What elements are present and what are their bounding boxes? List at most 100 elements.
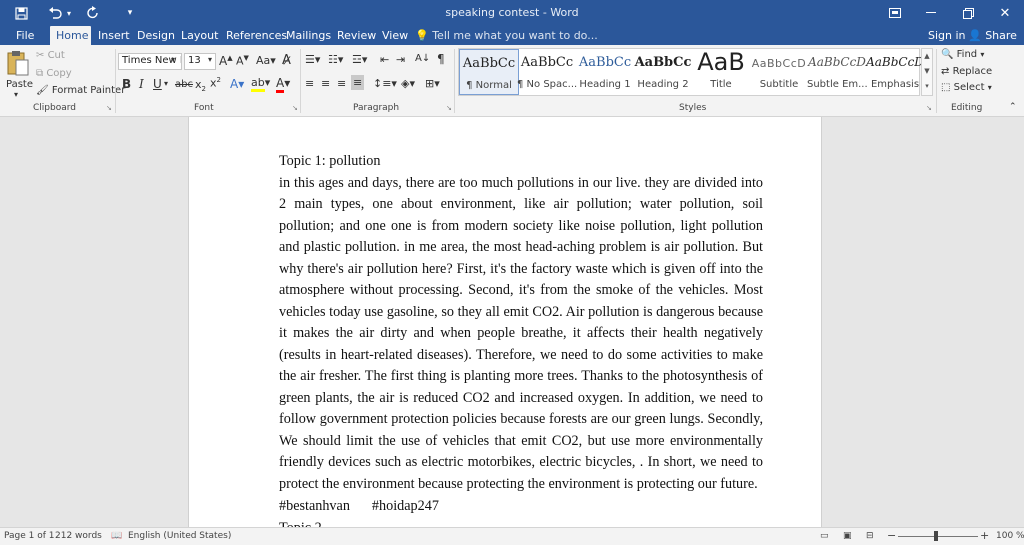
shading-icon[interactable]: ◈▾ bbox=[401, 77, 415, 90]
style-heading-2[interactable]: AaBbCc Heading 2 bbox=[633, 49, 693, 95]
divider bbox=[300, 49, 301, 113]
cut-button[interactable]: ✂ Cut bbox=[36, 50, 65, 61]
subscript-icon[interactable]: x2 bbox=[195, 78, 206, 93]
bullets-icon[interactable]: ☰▾ bbox=[305, 53, 320, 66]
sort-icon[interactable]: A↓ bbox=[415, 53, 430, 64]
clear-formatting-icon[interactable]: A̷ bbox=[282, 53, 291, 68]
style-emphasis[interactable]: AaBbCcD Emphasis bbox=[865, 49, 925, 95]
show-marks-icon[interactable]: ¶ bbox=[437, 52, 445, 66]
font-color-icon[interactable]: A▾ bbox=[276, 76, 290, 93]
multilevel-list-icon[interactable]: ☲▾ bbox=[352, 53, 367, 66]
shrink-font-icon[interactable]: A▼ bbox=[236, 54, 249, 68]
zoom-out-button[interactable]: − bbox=[887, 529, 896, 542]
numbering-icon[interactable]: ☷▾ bbox=[328, 53, 343, 66]
tab-layout[interactable]: Layout bbox=[175, 26, 224, 45]
decrease-indent-icon[interactable]: ⇤ bbox=[380, 53, 389, 66]
copy-button[interactable]: ⧉ Copy bbox=[36, 68, 72, 79]
font-size-dropdown-icon[interactable]: ▾ bbox=[208, 55, 212, 64]
font-family-dropdown-icon[interactable]: ▾ bbox=[171, 55, 175, 64]
sign-in-link[interactable]: Sign in bbox=[928, 26, 966, 45]
ribbon-home: Paste ▾ ✂ Cut ⧉ Copy 🖌 Format Painter Cl… bbox=[0, 45, 1024, 117]
change-case-icon[interactable]: Aa▾ bbox=[256, 54, 276, 67]
style-preview: AaBbCc bbox=[520, 55, 574, 70]
paste-button[interactable]: Paste ▾ bbox=[4, 48, 33, 100]
paragraph-launcher-icon[interactable]: ↘ bbox=[446, 104, 452, 112]
line-spacing-icon[interactable]: ↕≡▾ bbox=[373, 77, 397, 90]
print-layout-icon[interactable]: ▣ bbox=[843, 531, 852, 541]
styles-scroll[interactable]: ▲ ▼ ▾ bbox=[921, 48, 933, 96]
tab-file[interactable]: File bbox=[10, 26, 40, 45]
superscript-icon[interactable]: x2 bbox=[210, 76, 221, 90]
paintbrush-icon: 🖌 bbox=[36, 85, 49, 96]
tab-view[interactable]: View bbox=[376, 26, 414, 45]
align-center-icon[interactable]: ≡ bbox=[321, 77, 330, 90]
style-normal[interactable]: AaBbCc ¶ Normal bbox=[459, 49, 519, 95]
text-effects-icon[interactable]: A▾ bbox=[230, 77, 244, 91]
grow-font-icon[interactable]: A▲ bbox=[219, 54, 233, 68]
style-name: ¶ Normal bbox=[466, 80, 512, 91]
editing-group-label: Editing bbox=[951, 103, 983, 113]
font-group-label: Font bbox=[194, 103, 214, 113]
document-text[interactable]: Topic 1: pollution in this ages and days… bbox=[279, 151, 763, 527]
tab-review[interactable]: Review bbox=[331, 26, 382, 45]
restore-icon[interactable] bbox=[950, 0, 986, 26]
chevron-down-icon[interactable]: ▼ bbox=[922, 64, 932, 79]
zoom-level[interactable]: 100 % bbox=[996, 531, 1024, 541]
tell-me-box[interactable]: 💡 Tell me what you want to do... bbox=[415, 26, 598, 45]
zoom-slider[interactable] bbox=[898, 536, 978, 537]
find-label: Find bbox=[956, 49, 978, 60]
style-title[interactable]: AaB Title bbox=[691, 48, 751, 95]
underline-icon[interactable]: U bbox=[153, 77, 162, 91]
web-layout-icon[interactable]: ⊟ bbox=[866, 531, 874, 541]
proofing-icon[interactable]: 📖 bbox=[111, 531, 122, 541]
highlight-icon[interactable]: ab▾ bbox=[251, 76, 270, 92]
replace-button[interactable]: ⇄ Replace bbox=[941, 66, 992, 77]
page[interactable]: Topic 1: pollution in this ages and days… bbox=[188, 117, 822, 527]
format-painter-button[interactable]: 🖌 Format Painter bbox=[36, 85, 125, 96]
close-icon[interactable]: ✕ bbox=[987, 0, 1023, 26]
bold-icon[interactable]: B bbox=[122, 77, 131, 91]
find-button[interactable]: 🔍 Find ▾ bbox=[941, 49, 984, 60]
more-styles-icon[interactable]: ▾ bbox=[922, 79, 932, 94]
minimize-icon[interactable] bbox=[913, 0, 949, 26]
align-left-icon[interactable]: ≡ bbox=[305, 77, 314, 90]
language[interactable]: English (United States) bbox=[128, 531, 231, 541]
page-count[interactable]: Page 1 of 1 bbox=[4, 531, 55, 541]
align-right-icon[interactable]: ≡ bbox=[337, 77, 346, 90]
style-no-spacing[interactable]: AaBbCc ¶ No Spac... bbox=[517, 49, 577, 95]
replace-label: Replace bbox=[952, 66, 993, 77]
chevron-up-icon[interactable]: ▲ bbox=[922, 49, 932, 64]
zoom-slider-thumb[interactable] bbox=[934, 531, 938, 541]
topic-2-heading: Topic 2 bbox=[279, 518, 763, 528]
underline-dropdown-icon[interactable]: ▾ bbox=[164, 79, 168, 88]
increase-indent-icon[interactable]: ⇥ bbox=[396, 53, 405, 66]
topic-1-heading: Topic 1: pollution bbox=[279, 153, 381, 169]
tab-design[interactable]: Design bbox=[131, 26, 181, 45]
borders-icon[interactable]: ⊞▾ bbox=[425, 77, 440, 90]
scissors-icon: ✂ bbox=[36, 50, 45, 61]
document-area[interactable]: Topic 1: pollution in this ages and days… bbox=[0, 117, 1024, 527]
font-launcher-icon[interactable]: ↘ bbox=[292, 104, 298, 112]
tab-insert[interactable]: Insert bbox=[92, 26, 136, 45]
collapse-ribbon-icon[interactable]: ⌃ bbox=[1009, 102, 1017, 112]
italic-icon[interactable]: I bbox=[139, 77, 144, 91]
style-name: Subtitle bbox=[759, 79, 799, 90]
tab-mailings[interactable]: Mailings bbox=[280, 26, 337, 45]
copy-icon: ⧉ bbox=[36, 68, 44, 79]
clipboard-launcher-icon[interactable]: ↘ bbox=[106, 104, 112, 112]
share-button[interactable]: 👤 Share bbox=[968, 26, 1017, 45]
copy-label: Copy bbox=[46, 68, 72, 79]
style-heading-1[interactable]: AaBbCc Heading 1 bbox=[575, 49, 635, 95]
select-label: Select bbox=[953, 82, 985, 93]
zoom-in-button[interactable]: + bbox=[980, 529, 989, 542]
read-mode-icon[interactable]: ▭ bbox=[820, 531, 829, 541]
select-button[interactable]: ⬚ Select ▾ bbox=[941, 82, 992, 93]
ribbon-display-options-icon[interactable] bbox=[877, 0, 913, 26]
style-subtitle[interactable]: AaBbCcD Subtitle bbox=[749, 49, 809, 95]
strikethrough-icon[interactable]: abc bbox=[175, 79, 193, 90]
word-count[interactable]: 212 words bbox=[55, 531, 102, 541]
styles-launcher-icon[interactable]: ↘ bbox=[926, 104, 932, 112]
tab-home[interactable]: Home bbox=[50, 26, 91, 45]
justify-icon[interactable]: ≡ bbox=[351, 75, 365, 90]
style-subtle-emphasis[interactable]: AaBbCcD Subtle Em... bbox=[807, 49, 867, 95]
